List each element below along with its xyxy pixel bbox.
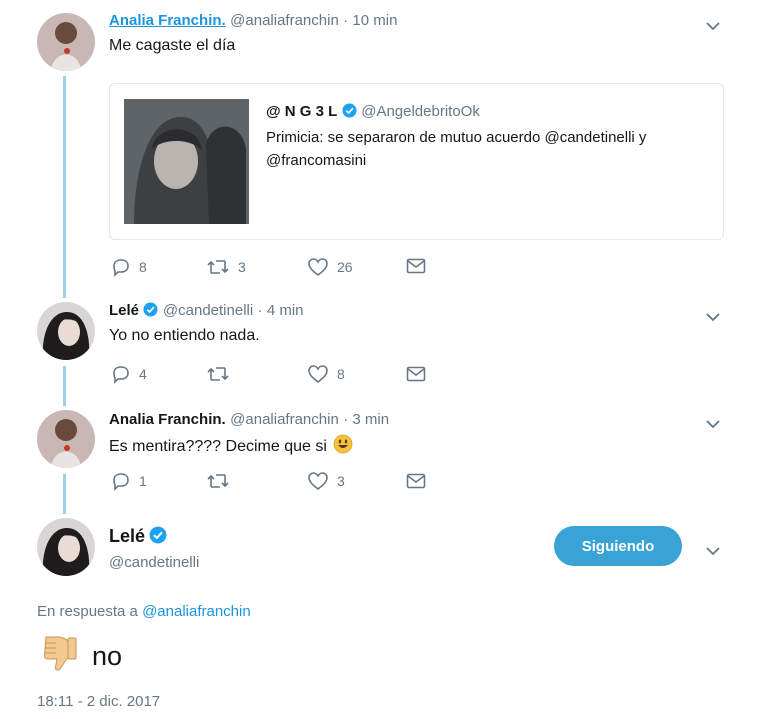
tweet-time[interactable]: · 4 min: [258, 302, 304, 319]
verified-icon: [143, 302, 158, 322]
reply-context-handle[interactable]: @analiafranchin: [142, 603, 251, 620]
quoted-text-line2: @francomasini: [266, 152, 367, 169]
reply-button[interactable]: 4: [111, 364, 147, 384]
quoted-tweet[interactable]: @ N G 3 L @AngeldebritoOk Primicia: se s…: [109, 83, 724, 240]
retweet-button[interactable]: [206, 471, 238, 491]
author-name[interactable]: Lelé: [109, 302, 139, 319]
chevron-down-icon[interactable]: [706, 18, 720, 36]
dm-icon: [406, 473, 426, 489]
quoted-text-line1: Primicia: se separaron de mutuo acuerdo …: [266, 129, 647, 146]
tweet-text-content: Es mentira???? Decime que si: [109, 438, 327, 455]
like-count: 8: [337, 366, 345, 382]
thumbs-down-emoji: [40, 633, 80, 673]
reply-button[interactable]: 1: [111, 471, 147, 491]
quoted-media[interactable]: [124, 99, 249, 224]
reply-icon: [111, 471, 131, 491]
thread-line: [63, 366, 66, 406]
reply-icon: [111, 364, 131, 384]
like-button[interactable]: 8: [307, 364, 345, 384]
tweet-time[interactable]: · 10 min: [343, 12, 397, 29]
reply-button[interactable]: 8: [111, 257, 147, 277]
quoted-author-name[interactable]: @ N G 3 L: [266, 103, 337, 120]
like-count: 3: [337, 473, 345, 489]
retweet-button[interactable]: [206, 364, 238, 384]
dm-icon: [406, 258, 426, 274]
thread-line: [63, 474, 66, 514]
author-handle[interactable]: @candetinelli: [163, 302, 253, 319]
heart-icon: [307, 471, 329, 491]
retweet-icon: [206, 257, 230, 277]
chevron-down-icon[interactable]: [706, 416, 720, 434]
tweet-text: Yo no entiendo nada.: [109, 327, 260, 344]
like-button[interactable]: 3: [307, 471, 345, 491]
quoted-author-handle[interactable]: @AngeldebritoOk: [361, 103, 480, 120]
author-handle[interactable]: @analiafranchin: [230, 12, 339, 29]
reply-count: 4: [139, 366, 147, 382]
heart-icon: [307, 364, 329, 384]
avatar[interactable]: [37, 13, 95, 71]
avatar[interactable]: [37, 518, 95, 576]
avatar[interactable]: [37, 410, 95, 468]
chevron-down-icon[interactable]: [706, 543, 720, 561]
tweet-timestamp[interactable]: 18:11 - 2 dic. 2017: [37, 693, 160, 710]
dm-button[interactable]: [406, 473, 426, 489]
reply-count: 8: [139, 259, 147, 275]
verified-icon: [342, 103, 357, 123]
author-name[interactable]: Analia Franchin.: [109, 12, 226, 29]
thread-line: [63, 76, 66, 298]
dm-icon: [406, 366, 426, 382]
tweet-time[interactable]: · 3 min: [343, 411, 389, 428]
avatar[interactable]: [37, 302, 95, 360]
following-button[interactable]: Siguiendo: [554, 526, 682, 566]
retweet-icon: [206, 364, 230, 384]
dm-button[interactable]: [406, 366, 426, 382]
retweet-icon: [206, 471, 230, 491]
retweet-count: 3: [238, 259, 246, 275]
heart-icon: [307, 257, 329, 277]
reply-context-label: En respuesta a: [37, 603, 138, 620]
chevron-down-icon[interactable]: [706, 309, 720, 327]
tweet-text: Es mentira???? Decime que si: [109, 434, 353, 459]
author-name[interactable]: Analia Franchin.: [109, 411, 226, 428]
emoji-smile-icon: [333, 434, 353, 459]
main-tweet-text: no: [92, 641, 123, 671]
verified-icon: [149, 526, 167, 549]
main-author-name[interactable]: Lelé: [109, 526, 145, 546]
like-count: 26: [337, 259, 353, 275]
like-button[interactable]: 26: [307, 257, 353, 277]
main-author-handle[interactable]: @candetinelli: [109, 554, 199, 571]
reply-icon: [111, 257, 131, 277]
dm-button[interactable]: [406, 258, 426, 274]
retweet-button[interactable]: 3: [206, 257, 246, 277]
author-handle[interactable]: @analiafranchin: [230, 411, 339, 428]
tweet-text: Me cagaste el día: [109, 37, 236, 54]
reply-count: 1: [139, 473, 147, 489]
